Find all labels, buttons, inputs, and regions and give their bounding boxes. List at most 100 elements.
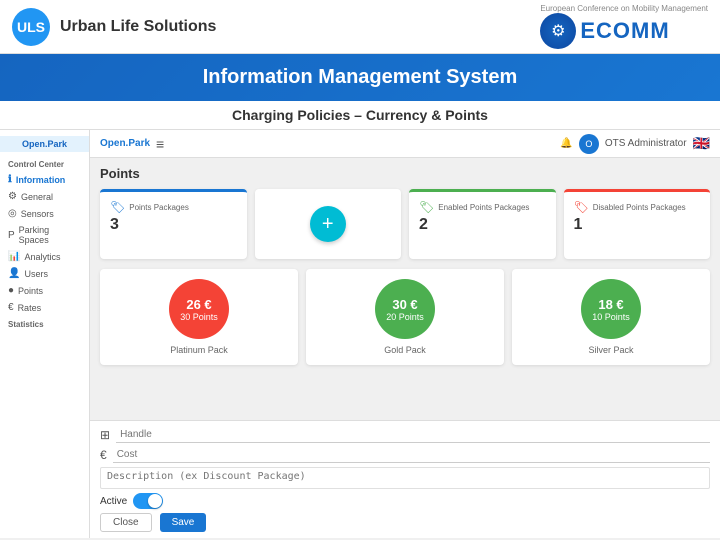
points-area: Points 🏷 Points Packages 3 + xyxy=(90,158,720,373)
gold-price: 30 € xyxy=(392,297,417,312)
stat-card-enabled-label: 🏷 Enabled Points Packages xyxy=(419,200,546,214)
sidebar-app-label: Open.Park xyxy=(0,136,89,152)
logo-text: ULS xyxy=(17,19,45,35)
sidebar-item-sensors[interactable]: ◎ Sensors xyxy=(0,205,89,222)
information-icon: ℹ xyxy=(8,174,12,185)
sidebar-item-label: Users xyxy=(24,269,48,279)
stat-disabled-label-text: Disabled Points Packages xyxy=(593,203,686,212)
openpark-label: Open.Park xyxy=(100,138,150,149)
sensors-icon: ◎ xyxy=(8,208,17,219)
active-row: Active xyxy=(100,493,710,509)
stat-total-value: 3 xyxy=(110,216,237,234)
bottom-form: ⊞ € Active Close Save xyxy=(90,420,720,538)
ecomm-label: ECOMM xyxy=(580,18,669,44)
stat-card-disabled: 🏷 Disabled Points Packages 1 xyxy=(564,189,711,259)
cost-icon: € xyxy=(100,448,107,462)
sidebar-section-statistics: Statistics xyxy=(0,316,89,331)
general-icon: ⚙ xyxy=(8,191,17,202)
silver-name: Silver Pack xyxy=(588,345,633,355)
stat-card-disabled-label: 🏷 Disabled Points Packages xyxy=(574,200,701,214)
cost-row: € xyxy=(100,447,710,463)
sidebar-item-general[interactable]: ⚙ General xyxy=(0,188,89,205)
handle-icon: ⊞ xyxy=(100,428,110,442)
stat-card-total-label: 🏷 Points Packages xyxy=(110,200,237,214)
cost-input[interactable] xyxy=(113,447,710,463)
platinum-circle: 26 € 30 Points xyxy=(169,279,229,339)
flag-icon: 🇬🇧 xyxy=(693,135,710,152)
toggle-knob xyxy=(148,494,162,508)
points-icon: ● xyxy=(8,285,14,296)
gold-pack-card[interactable]: 30 € 20 Points Gold Pack xyxy=(306,269,504,365)
sidebar-item-information[interactable]: ℹ Information xyxy=(0,171,89,188)
hamburger-menu[interactable]: ≡ xyxy=(156,136,164,152)
add-icon: + xyxy=(322,213,334,236)
gold-name: Gold Pack xyxy=(384,345,426,355)
stat-card-enabled: 🏷 Enabled Points Packages 2 xyxy=(409,189,556,259)
platinum-pack-card[interactable]: 26 € 30 Points Platinum Pack xyxy=(100,269,298,365)
sidebar-item-analytics[interactable]: 📊 Analytics xyxy=(0,248,89,265)
gold-points: 20 Points xyxy=(386,312,424,322)
active-label: Active xyxy=(100,496,127,507)
sidebar-item-label: Sensors xyxy=(21,209,54,219)
silver-circle: 18 € 10 Points xyxy=(581,279,641,339)
sidebar-item-label: Parking Spaces xyxy=(19,225,81,245)
rates-icon: € xyxy=(8,302,14,313)
app-title: Urban Life Solutions xyxy=(60,18,216,36)
sidebar-item-label: Rates xyxy=(18,303,42,313)
sidebar-item-label: Points xyxy=(18,286,43,296)
stat-cards-row: 🏷 Points Packages 3 + 🏷 Enabled Points P xyxy=(100,189,710,259)
description-textarea[interactable] xyxy=(100,467,710,489)
silver-price: 18 € xyxy=(598,297,623,312)
app-logo: ULS xyxy=(12,8,50,46)
sub-banner: Charging Policies – Currency & Points xyxy=(0,101,720,130)
sidebar-item-label: General xyxy=(21,192,53,202)
ecomm-logo: European Conference on Mobility Manageme… xyxy=(540,4,708,49)
add-package-card: + xyxy=(255,189,402,259)
handle-row: ⊞ xyxy=(100,427,710,443)
silver-pack-card[interactable]: 18 € 10 Points Silver Pack xyxy=(512,269,710,365)
content-header: Open.Park ≡ 🔔 O OTS Administrator 🇬🇧 xyxy=(90,130,720,158)
sidebar-item-users[interactable]: 👤 Users xyxy=(0,265,89,282)
handle-input[interactable] xyxy=(116,427,710,443)
platinum-points: 30 Points xyxy=(180,312,218,322)
sidebar: Open.Park Control Center ℹ Information ⚙… xyxy=(0,130,90,538)
sidebar-item-label: Analytics xyxy=(24,252,60,262)
parking-icon: P xyxy=(8,230,15,241)
users-icon: 👤 xyxy=(8,268,20,279)
silver-points: 10 Points xyxy=(592,312,630,322)
sidebar-item-rates[interactable]: € Rates xyxy=(0,299,89,316)
user-info: 🔔 O OTS Administrator 🇬🇧 xyxy=(560,134,710,154)
form-buttons: Close Save xyxy=(100,513,710,532)
content-nav: Open.Park ≡ xyxy=(100,136,164,152)
add-package-button[interactable]: + xyxy=(310,206,346,242)
close-button[interactable]: Close xyxy=(100,513,152,532)
app-header: ULS Urban Life Solutions European Confer… xyxy=(0,0,720,54)
content-wrapper: Open.Park ≡ 🔔 O OTS Administrator 🇬🇧 Poi… xyxy=(90,130,720,538)
tag-icon-green: 🏷 xyxy=(419,200,434,214)
sidebar-section-control: Control Center xyxy=(0,156,89,171)
save-button[interactable]: Save xyxy=(160,513,207,532)
packs-row: 26 € 30 Points Platinum Pack 30 € 20 Poi… xyxy=(100,269,710,365)
user-name: OTS Administrator xyxy=(605,138,687,149)
sidebar-item-parking-spaces[interactable]: P Parking Spaces xyxy=(0,222,89,248)
header-left: ULS Urban Life Solutions xyxy=(12,8,216,46)
user-avatar: O xyxy=(579,134,599,154)
analytics-icon: 📊 xyxy=(8,251,20,262)
stat-total-label-text: Points Packages xyxy=(129,203,189,212)
gold-circle: 30 € 20 Points xyxy=(375,279,435,339)
sidebar-item-label: Information xyxy=(16,175,66,185)
stat-card-total: 🏷 Points Packages 3 xyxy=(100,189,247,259)
stat-enabled-value: 2 xyxy=(419,216,546,234)
main-banner: Information Management System xyxy=(0,54,720,101)
ecomm-icon: ⚙ xyxy=(540,13,576,49)
stat-enabled-label-text: Enabled Points Packages xyxy=(438,203,529,212)
active-toggle[interactable] xyxy=(133,493,163,509)
platinum-name: Platinum Pack xyxy=(170,345,228,355)
main-layout: Open.Park Control Center ℹ Information ⚙… xyxy=(0,130,720,538)
stat-disabled-value: 1 xyxy=(574,216,701,234)
banner-title: Information Management System xyxy=(203,66,518,88)
ecomm-subtitle: European Conference on Mobility Manageme… xyxy=(540,4,708,13)
sidebar-item-points[interactable]: ● Points xyxy=(0,282,89,299)
tag-icon-red: 🏷 xyxy=(574,200,589,214)
bell-icon[interactable]: 🔔 xyxy=(560,138,572,149)
